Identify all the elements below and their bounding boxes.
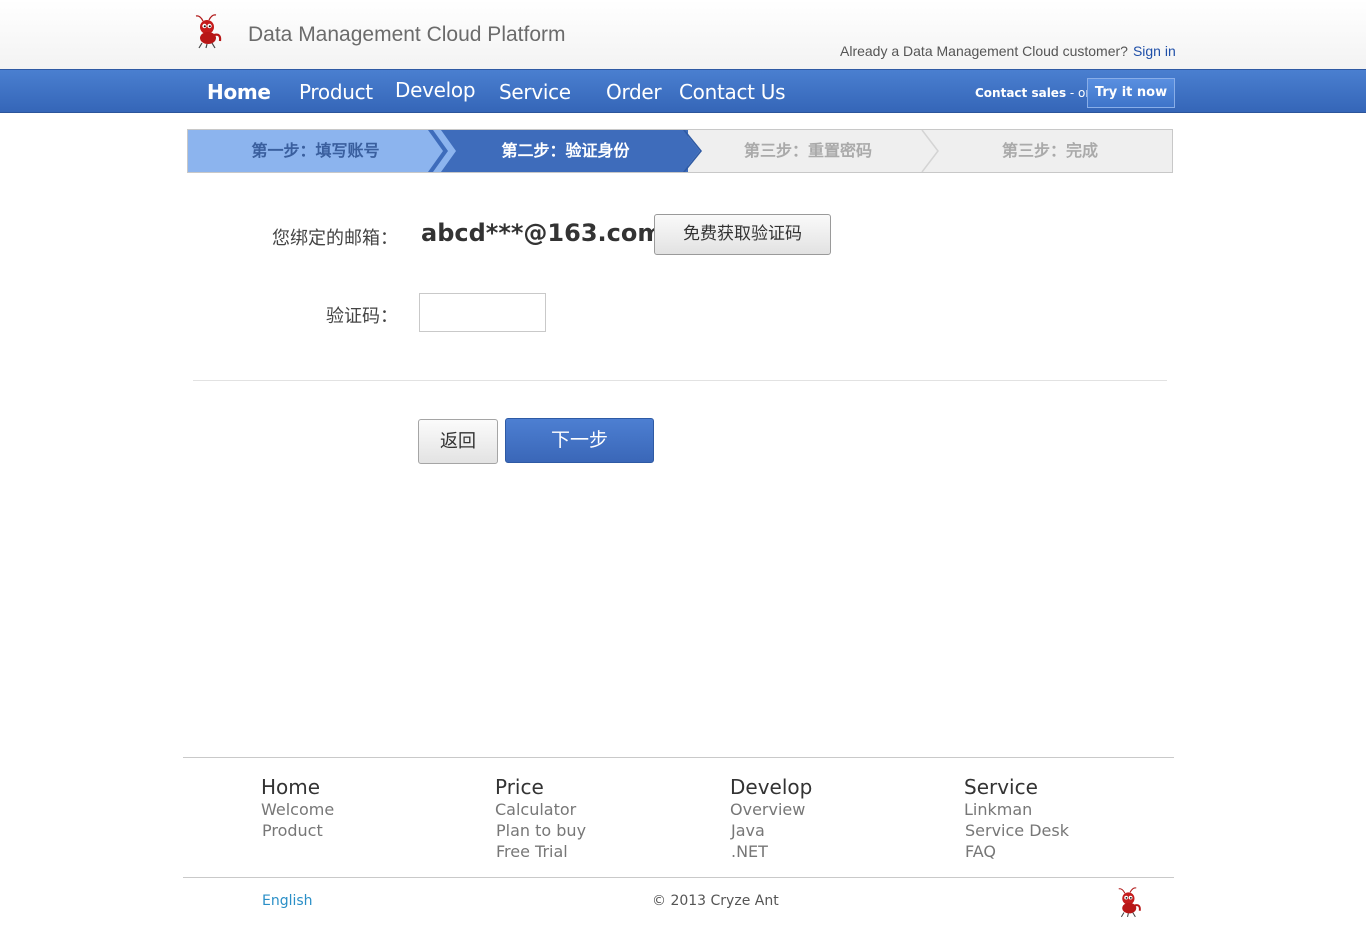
footer-top-divider [183, 757, 1174, 758]
code-label: 验证码： [326, 306, 398, 327]
red-ant-logo-icon[interactable] [194, 13, 226, 49]
next-step-button[interactable]: 下一步 [505, 418, 654, 463]
language-link[interactable]: English [262, 893, 313, 909]
footer-link-service-desk[interactable]: Service Desk [965, 820, 1164, 841]
footer-link-java[interactable]: Java [731, 820, 930, 841]
footer-heading-service[interactable]: Service [964, 775, 1164, 799]
footer-link-overview[interactable]: Overview [730, 799, 930, 820]
footer-column-home: Home Welcome Product [261, 775, 461, 841]
nav-item-contact-us[interactable]: Contact Us [679, 80, 786, 104]
nav-item-develop[interactable]: Develop [395, 78, 476, 102]
step-3-arrow [921, 130, 939, 172]
bound-email-value: abcd***@163.com [421, 219, 663, 247]
try-it-now-button[interactable]: Try it now [1087, 78, 1175, 108]
footer-heading-develop[interactable]: Develop [730, 775, 930, 799]
signin-prompt: Already a Data Management Cloud customer… [840, 43, 1128, 59]
email-label: 您绑定的邮箱： [272, 228, 398, 249]
contact-sales-area: Contact sales - or - [975, 86, 1098, 100]
footer-link-linkman[interactable]: Linkman [964, 799, 1164, 820]
footer-column-service: Service Linkman Service Desk FAQ [964, 775, 1164, 862]
progress-steps: 第一步：填写账号 第二步：验证身份 第三步：重置密码 第三步：完成 [187, 129, 1173, 173]
back-button[interactable]: 返回 [418, 419, 498, 464]
footer-link-calculator[interactable]: Calculator [495, 799, 695, 820]
main-nav: Home Product Develop Service Order Conta… [0, 69, 1366, 113]
footer-heading-home[interactable]: Home [261, 775, 461, 799]
step-2-arrow [683, 130, 700, 172]
footer-column-price: Price Calculator Plan to buy Free Trial [495, 775, 695, 862]
site-title: Data Management Cloud Platform [248, 23, 566, 46]
nav-item-order[interactable]: Order [606, 80, 662, 104]
footer-ant-logo-icon [1118, 887, 1141, 918]
nav-item-product[interactable]: Product [299, 80, 373, 104]
footer-link-welcome[interactable]: Welcome [261, 799, 461, 820]
get-code-button[interactable]: 免费获取验证码 [654, 214, 831, 255]
footer-link-product[interactable]: Product [262, 820, 461, 841]
footer-heading-price[interactable]: Price [495, 775, 695, 799]
top-header: Data Management Cloud Platform Already a… [0, 0, 1366, 69]
footer-link-plan-to-buy[interactable]: Plan to buy [496, 820, 695, 841]
copyright-text: © 2013 Cryze Ant [652, 893, 779, 909]
verification-code-input[interactable] [419, 293, 546, 332]
contact-sales-link[interactable]: Contact sales [975, 86, 1066, 100]
signin-link[interactable]: Sign in [1133, 43, 1176, 59]
nav-item-service[interactable]: Service [499, 80, 571, 104]
footer-link-free-trial[interactable]: Free Trial [496, 841, 695, 862]
footer-link-faq[interactable]: FAQ [965, 841, 1164, 862]
step-arrows [428, 130, 939, 172]
footer-column-develop: Develop Overview Java .NET [730, 775, 930, 862]
signin-area: Already a Data Management Cloud customer… [840, 43, 1176, 59]
form-divider [193, 380, 1167, 381]
footer-bottom-divider [183, 877, 1174, 878]
nav-item-home[interactable]: Home [207, 80, 271, 104]
footer-link-dotnet[interactable]: .NET [731, 841, 930, 862]
